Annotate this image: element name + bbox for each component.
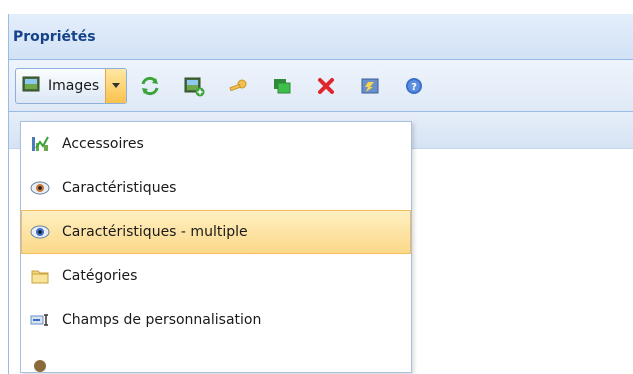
refresh-icon[interactable] [139,75,161,97]
menu-item-categories[interactable]: Catégories [21,254,411,298]
image-icon [22,75,40,97]
folder-icon [30,266,50,286]
edit-icon[interactable] [359,75,381,97]
menu-item-label: Caractéristiques - multiple [62,224,248,240]
eye-icon [30,222,50,242]
menu-item-accessoires[interactable]: Accessoires [21,122,411,166]
menu-item-label: Caractéristiques [62,180,177,196]
panel-title: Propriétés [13,28,96,45]
toolbar: Images ? [9,60,633,112]
panel-header: Propriétés [9,14,633,60]
menu-item-caracteristiques[interactable]: Caractéristiques [21,166,411,210]
copy-icon[interactable] [271,75,293,97]
help-icon[interactable]: ? [403,75,425,97]
menu-item-label: Accessoires [62,136,144,152]
eye-icon [30,178,50,198]
images-button-label: Images [48,77,100,94]
chevron-down-icon [112,83,121,88]
delete-icon[interactable] [315,75,337,97]
menu-item-partial[interactable] [21,342,411,372]
chart-icon [30,134,50,154]
text-field-icon [30,310,50,330]
menu-item-label: Catégories [62,268,138,284]
menu-item-champs-de-personnalisation[interactable]: Champs de personnalisation [21,298,411,342]
images-button[interactable]: Images [16,69,105,103]
svg-text:?: ? [411,82,417,93]
partial-item-icon [30,354,50,372]
images-dropdown-menu: Accessoires Caractéristiques Caractérist… [20,121,412,373]
menu-item-label: Champs de personnalisation [62,312,262,328]
key-icon[interactable] [227,75,249,97]
menu-item-caracteristiques-multiple[interactable]: Caractéristiques - multiple [21,210,411,254]
images-dropdown-arrow[interactable] [105,68,127,103]
add-image-icon[interactable] [183,75,205,97]
images-split-button[interactable]: Images [15,67,128,104]
